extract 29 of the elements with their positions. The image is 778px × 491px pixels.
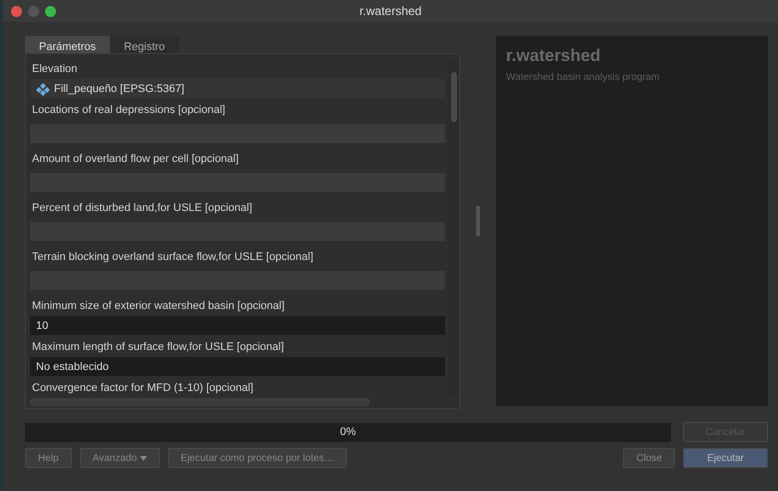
- dialog-button[interactable]: Close: [623, 448, 675, 468]
- field-label: Locations of real depressions [opcional]: [31, 103, 226, 116]
- tab[interactable]: Parámetros: [25, 36, 110, 53]
- input-field[interactable]: 10: [30, 316, 445, 335]
- raster-layer-icon: [36, 82, 50, 96]
- field-label: Percent of disturbed land,for USLE [opcional]: [31, 201, 254, 214]
- advanced-menu-button[interactable]: Avanzado: [80, 448, 160, 468]
- layer-dropdown[interactable]: Fill_pequeño [EPSG:5367]: [30, 79, 445, 98]
- splitter-handle[interactable]: [476, 206, 480, 236]
- input-field[interactable]: No establecido: [30, 357, 445, 376]
- algorithm-title: r.watershed: [506, 46, 602, 66]
- vertical-scrollbar[interactable]: [449, 60, 459, 394]
- field-label: Elevation: [31, 62, 78, 75]
- run-button[interactable]: Ejecutar: [683, 448, 768, 468]
- field-label: Convergence factor for MFD (1-10) [opcional]: [31, 381, 254, 394]
- field-label: Minimum size of exterior watershed basin [opcional]: [31, 299, 286, 312]
- algorithm-description: Watershed basin analysis program: [506, 72, 661, 83]
- field-label: Maximum length of surface flow,for USLE [opcional]: [31, 340, 285, 353]
- dialog-button[interactable]: Help: [25, 448, 72, 468]
- dialog-button[interactable]: Ejecutar como proceso por lotes…: [168, 448, 348, 468]
- field-label: Amount of overland flow per cell [opcional]: [31, 152, 240, 165]
- window-title: r.watershed: [359, 4, 422, 18]
- close-window-button[interactable]: [11, 6, 22, 16]
- progress-percentage: 0%: [340, 426, 356, 438]
- minimize-window-button[interactable]: [28, 6, 39, 16]
- tab[interactable]: Registro: [110, 36, 179, 53]
- field-label: Terrain blocking overland surface flow,for USLE [opcional]: [31, 250, 314, 263]
- maximize-window-button[interactable]: [45, 6, 56, 16]
- caret-icon: [140, 456, 147, 460]
